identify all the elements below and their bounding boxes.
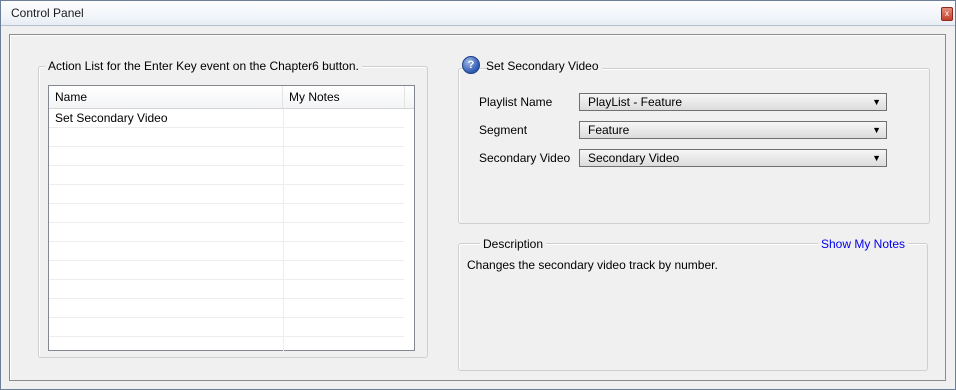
list-item-name <box>49 147 283 165</box>
list-item-name <box>49 204 283 222</box>
list-item-notes <box>283 109 405 127</box>
segment-label: Segment <box>479 123 528 137</box>
list-item[interactable] <box>49 204 404 223</box>
list-item-name <box>49 166 283 184</box>
list-item-name <box>49 261 283 279</box>
window-title: Control Panel <box>11 6 84 20</box>
list-item-notes <box>283 318 405 336</box>
list-item-notes <box>283 242 405 260</box>
action-list-title: Action List for the Enter Key event on t… <box>45 59 362 73</box>
list-rows: Set Secondary Video <box>49 109 404 356</box>
list-item-name <box>49 242 283 260</box>
secondary-video-label: Secondary Video <box>479 151 571 165</box>
list-header: Name My Notes <box>49 86 414 109</box>
list-item[interactable] <box>49 337 404 356</box>
column-header-name[interactable]: Name <box>49 86 283 108</box>
list-item-notes <box>283 223 405 241</box>
show-my-notes-link[interactable]: Show My Notes <box>818 237 909 251</box>
description-title: Description <box>480 237 547 251</box>
list-item-notes <box>283 185 405 203</box>
list-item-notes <box>283 299 405 317</box>
list-item[interactable] <box>49 261 404 280</box>
list-item[interactable] <box>49 299 404 318</box>
list-item-notes <box>283 166 405 184</box>
list-item[interactable] <box>49 166 404 185</box>
list-item-name <box>49 299 283 317</box>
set-secondary-video-title: Set Secondary Video <box>486 59 602 73</box>
title-bar[interactable]: Control Panel x <box>1 1 955 26</box>
segment-dropdown[interactable]: Feature ▼ <box>579 121 887 139</box>
list-item[interactable] <box>49 223 404 242</box>
list-item-notes <box>283 261 405 279</box>
list-item-name <box>49 337 283 355</box>
list-item-notes <box>283 337 405 355</box>
chevron-down-icon: ▼ <box>872 125 881 135</box>
playlist-name-label: Playlist Name <box>479 95 553 109</box>
help-icon[interactable]: ? <box>462 56 480 74</box>
list-item-name <box>49 185 283 203</box>
list-item[interactable] <box>49 280 404 299</box>
secondary-video-value: Secondary Video <box>588 151 680 165</box>
list-item[interactable] <box>49 128 404 147</box>
action-list-view[interactable]: Name My Notes Set Secondary Video <box>48 85 415 356</box>
list-item-name: Set Secondary Video <box>55 111 168 125</box>
playlist-name-dropdown[interactable]: PlayList - Feature ▼ <box>579 93 887 111</box>
list-item-name <box>49 128 283 146</box>
list-item-notes <box>283 204 405 222</box>
column-header-my-notes[interactable]: My Notes <box>283 86 405 108</box>
description-text: Changes the secondary video track by num… <box>467 258 718 272</box>
list-item[interactable] <box>49 185 404 204</box>
list-item-name <box>49 318 283 336</box>
list-item[interactable]: Set Secondary Video <box>49 109 404 128</box>
list-item[interactable] <box>49 318 404 337</box>
playlist-name-value: PlayList - Feature <box>588 95 683 109</box>
secondary-video-dropdown[interactable]: Secondary Video ▼ <box>579 149 887 167</box>
list-item-name <box>49 223 283 241</box>
list-item[interactable] <box>49 242 404 261</box>
close-icon[interactable]: x <box>941 7 953 21</box>
chevron-down-icon: ▼ <box>872 153 881 163</box>
list-item-notes <box>283 147 405 165</box>
list-item[interactable] <box>49 147 404 166</box>
list-item-notes <box>283 128 405 146</box>
set-secondary-video-group <box>458 68 930 224</box>
list-item-name <box>49 280 283 298</box>
chevron-down-icon: ▼ <box>872 97 881 107</box>
segment-value: Feature <box>588 123 630 137</box>
list-item-notes <box>283 280 405 298</box>
